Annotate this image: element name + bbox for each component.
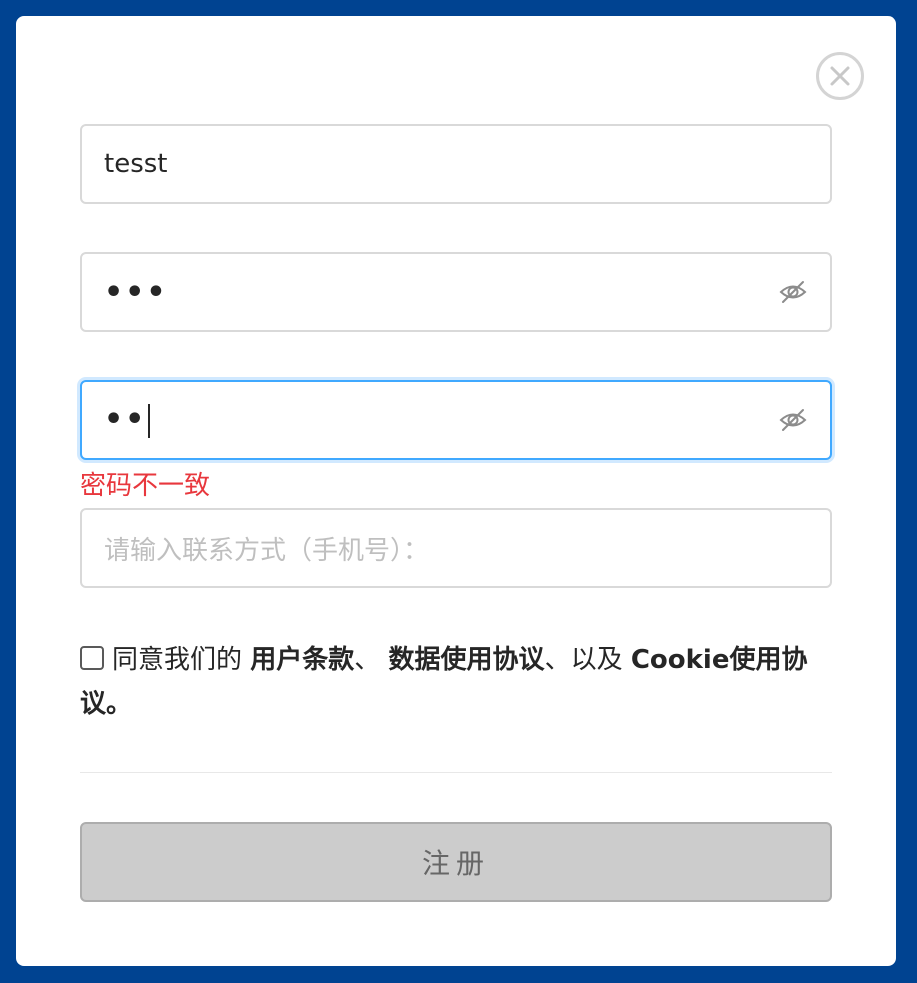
close-button[interactable] — [816, 52, 864, 100]
password-input[interactable]: ••• — [80, 252, 832, 332]
divider — [80, 772, 832, 773]
username-value: tesst — [104, 149, 168, 179]
close-circle-icon — [830, 66, 850, 86]
agreement-text: 同意我们的 用户条款、 数据使用协议、以及 Cookie使用协议。 — [80, 638, 832, 726]
confirm-password-input[interactable]: •• — [80, 380, 832, 460]
confirm-password-value: •• — [104, 402, 778, 438]
register-button[interactable]: 注册 — [80, 822, 832, 902]
agreement-prefix: 同意我们的 — [112, 645, 251, 675]
agreement-sep-2: 、以及 — [544, 645, 631, 675]
eye-invisible-icon[interactable] — [778, 405, 808, 435]
agreement-sep-1: 、 — [354, 645, 389, 675]
agree-checkbox[interactable] — [80, 646, 104, 670]
text-caret — [148, 403, 151, 438]
agreement-suffix: 。 — [106, 689, 133, 719]
phone-input[interactable]: 请输入联系方式（手机号）： — [80, 508, 832, 588]
username-input[interactable]: tesst — [80, 124, 832, 204]
data-policy-link[interactable]: 数据使用协议 — [389, 645, 545, 675]
password-mismatch-error: 密码不一致 — [80, 471, 211, 501]
password-value: ••• — [104, 274, 168, 310]
register-dialog: tesst ••• •• 密码不一致 请输入联系方式（手机号）： 同意我们的 用… — [16, 16, 896, 966]
eye-invisible-icon[interactable] — [778, 277, 808, 307]
terms-link[interactable]: 用户条款 — [250, 645, 354, 675]
phone-placeholder: 请输入联系方式（手机号）： — [104, 535, 430, 566]
